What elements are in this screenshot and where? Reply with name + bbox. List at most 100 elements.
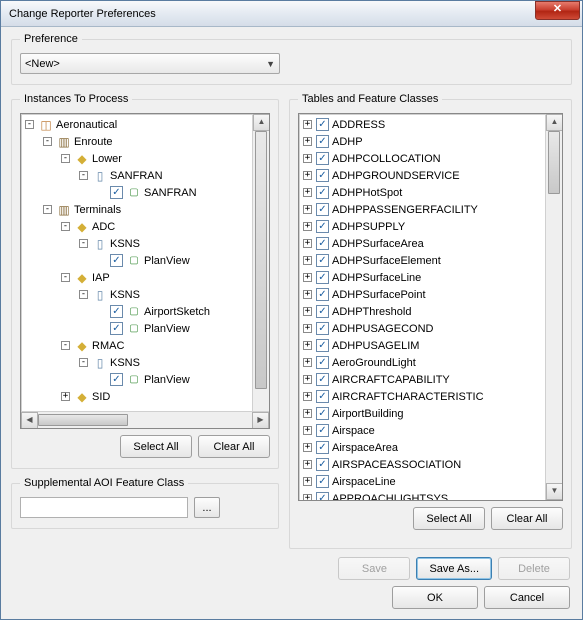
table-item-adhpsurfaceline[interactable]: +✓ADHPSurfaceLine [299, 269, 545, 286]
checkbox[interactable]: ✓ [316, 339, 329, 352]
checkbox[interactable]: ✓ [316, 475, 329, 488]
scroll-right-icon[interactable]: ▶ [252, 412, 269, 429]
checkbox[interactable]: ✓ [316, 305, 329, 318]
checkbox[interactable]: ✓ [316, 407, 329, 420]
expander-icon[interactable]: + [303, 188, 312, 197]
table-item-adhpusagelim[interactable]: +✓ADHPUSAGELIM [299, 337, 545, 354]
expander-icon[interactable]: + [303, 460, 312, 469]
instances-select-all-button[interactable]: Select All [120, 435, 192, 458]
checkbox[interactable]: ✓ [316, 118, 329, 131]
save-as-button[interactable]: Save As... [416, 557, 492, 580]
tree-htrack[interactable] [38, 412, 252, 428]
checkbox[interactable]: ✓ [110, 305, 123, 318]
airportsketch-item[interactable]: ✓▢AirportSketch [21, 303, 252, 320]
expander-icon[interactable]: - [79, 290, 88, 299]
expander-icon[interactable]: + [303, 222, 312, 231]
planview-adc-item[interactable]: ✓▢PlanView [21, 252, 252, 269]
tree-vtrack[interactable] [253, 131, 269, 411]
checkbox[interactable]: ✓ [316, 220, 329, 233]
checkbox[interactable]: ✓ [316, 322, 329, 335]
checkbox[interactable]: ✓ [110, 322, 123, 335]
rmac-node[interactable]: -◆RMAC [21, 337, 252, 354]
ok-button[interactable]: OK [392, 586, 478, 609]
checkbox[interactable]: ✓ [316, 135, 329, 148]
checkbox[interactable]: ✓ [316, 169, 329, 182]
checkbox[interactable]: ✓ [110, 186, 123, 199]
table-item-airspace[interactable]: +✓Airspace [299, 422, 545, 439]
checkbox[interactable]: ✓ [316, 288, 329, 301]
tables-select-all-button[interactable]: Select All [413, 507, 485, 530]
table-item-aircraftcharacteristic[interactable]: +✓AIRCRAFTCHARACTERISTIC [299, 388, 545, 405]
cancel-button[interactable]: Cancel [484, 586, 570, 609]
table-item-aerogroundlight[interactable]: +✓AeroGroundLight [299, 354, 545, 371]
table-item-adhphotspot[interactable]: +✓ADHPHotSpot [299, 184, 545, 201]
planview-rmac-item[interactable]: ✓▢PlanView [21, 371, 252, 388]
table-item-airspacearea[interactable]: +✓AirspaceArea [299, 439, 545, 456]
tree-vscrollbar[interactable]: ▲ ▼ [252, 114, 269, 428]
table-item-adhpthreshold[interactable]: +✓ADHPThreshold [299, 303, 545, 320]
checkbox[interactable]: ✓ [316, 458, 329, 471]
lower-node[interactable]: -◆Lower [21, 150, 252, 167]
table-item-airspaceline[interactable]: +✓AirspaceLine [299, 473, 545, 490]
checkbox[interactable]: ✓ [316, 237, 329, 250]
table-item-airspaceassociation[interactable]: +✓AIRSPACEASSOCIATION [299, 456, 545, 473]
scroll-up-icon[interactable]: ▲ [253, 114, 270, 131]
list-vtrack[interactable] [546, 131, 562, 483]
checkbox[interactable]: ✓ [316, 152, 329, 165]
expander-icon[interactable]: - [61, 341, 70, 350]
list-vthumb[interactable] [548, 131, 560, 194]
table-item-adhpsurfacepoint[interactable]: +✓ADHPSurfacePoint [299, 286, 545, 303]
expander-icon[interactable]: - [43, 137, 52, 146]
tables-clear-all-button[interactable]: Clear All [491, 507, 563, 530]
table-item-adhpsurfaceelement[interactable]: +✓ADHPSurfaceElement [299, 252, 545, 269]
table-item-adhpcollocation[interactable]: +✓ADHPCOLLOCATION [299, 150, 545, 167]
expander-icon[interactable]: - [43, 205, 52, 214]
expander-icon[interactable]: - [61, 222, 70, 231]
expander-icon[interactable]: + [303, 120, 312, 129]
iap-node[interactable]: -◆IAP [21, 269, 252, 286]
table-item-airportbuilding[interactable]: +✓AirportBuilding [299, 405, 545, 422]
terminals-node[interactable]: -▥Terminals [21, 201, 252, 218]
checkbox[interactable]: ✓ [316, 186, 329, 199]
expander-icon[interactable]: + [303, 154, 312, 163]
expander-icon[interactable]: + [303, 205, 312, 214]
checkbox[interactable]: ✓ [316, 254, 329, 267]
expander-icon[interactable]: + [303, 171, 312, 180]
instances-tree[interactable]: -◫Aeronautical-▥Enroute-◆Lower-▯SANFRAN✓… [20, 113, 270, 429]
tables-list[interactable]: +✓ADDRESS+✓ADHP+✓ADHPCOLLOCATION+✓ADHPGR… [298, 113, 563, 501]
expander-icon[interactable]: + [303, 273, 312, 282]
expander-icon[interactable]: + [303, 494, 312, 500]
checkbox[interactable]: ✓ [316, 441, 329, 454]
expander-icon[interactable]: + [303, 443, 312, 452]
list-vscrollbar[interactable]: ▲ ▼ [545, 114, 562, 500]
expander-icon[interactable]: + [303, 256, 312, 265]
ksns-adc-node[interactable]: -▯KSNS [21, 235, 252, 252]
expander-icon[interactable]: - [79, 171, 88, 180]
table-item-adhpsurfacearea[interactable]: +✓ADHPSurfaceArea [299, 235, 545, 252]
expander-icon[interactable]: + [303, 358, 312, 367]
table-item-adhpgroundservice[interactable]: +✓ADHPGROUNDSERVICE [299, 167, 545, 184]
expander-icon[interactable]: - [79, 239, 88, 248]
expander-icon[interactable]: + [303, 307, 312, 316]
supplemental-browse-button[interactable]: ... [194, 497, 220, 518]
expander-icon[interactable]: - [61, 273, 70, 282]
sanfran-item[interactable]: ✓▢SANFRAN [21, 184, 252, 201]
expander-icon[interactable]: - [79, 358, 88, 367]
instances-clear-all-button[interactable]: Clear All [198, 435, 270, 458]
expander-icon[interactable]: - [61, 154, 70, 163]
ksns-rmac-node[interactable]: -▯KSNS [21, 354, 252, 371]
expander-icon[interactable]: + [303, 392, 312, 401]
expander-icon[interactable]: - [25, 120, 34, 129]
tree-vthumb[interactable] [255, 131, 267, 389]
checkbox[interactable]: ✓ [316, 390, 329, 403]
checkbox[interactable]: ✓ [110, 373, 123, 386]
table-item-adhppassengerfacility[interactable]: +✓ADHPPASSENGERFACILITY [299, 201, 545, 218]
preference-dropdown[interactable]: <New> ▼ [20, 53, 280, 74]
expander-icon[interactable]: + [303, 409, 312, 418]
expander-icon[interactable]: + [303, 290, 312, 299]
list-scroll-up-icon[interactable]: ▲ [546, 114, 563, 131]
table-item-address[interactable]: +✓ADDRESS [299, 116, 545, 133]
planview-iap-item[interactable]: ✓▢PlanView [21, 320, 252, 337]
expander-icon[interactable]: + [303, 477, 312, 486]
aeronautical-node[interactable]: -◫Aeronautical [21, 116, 252, 133]
